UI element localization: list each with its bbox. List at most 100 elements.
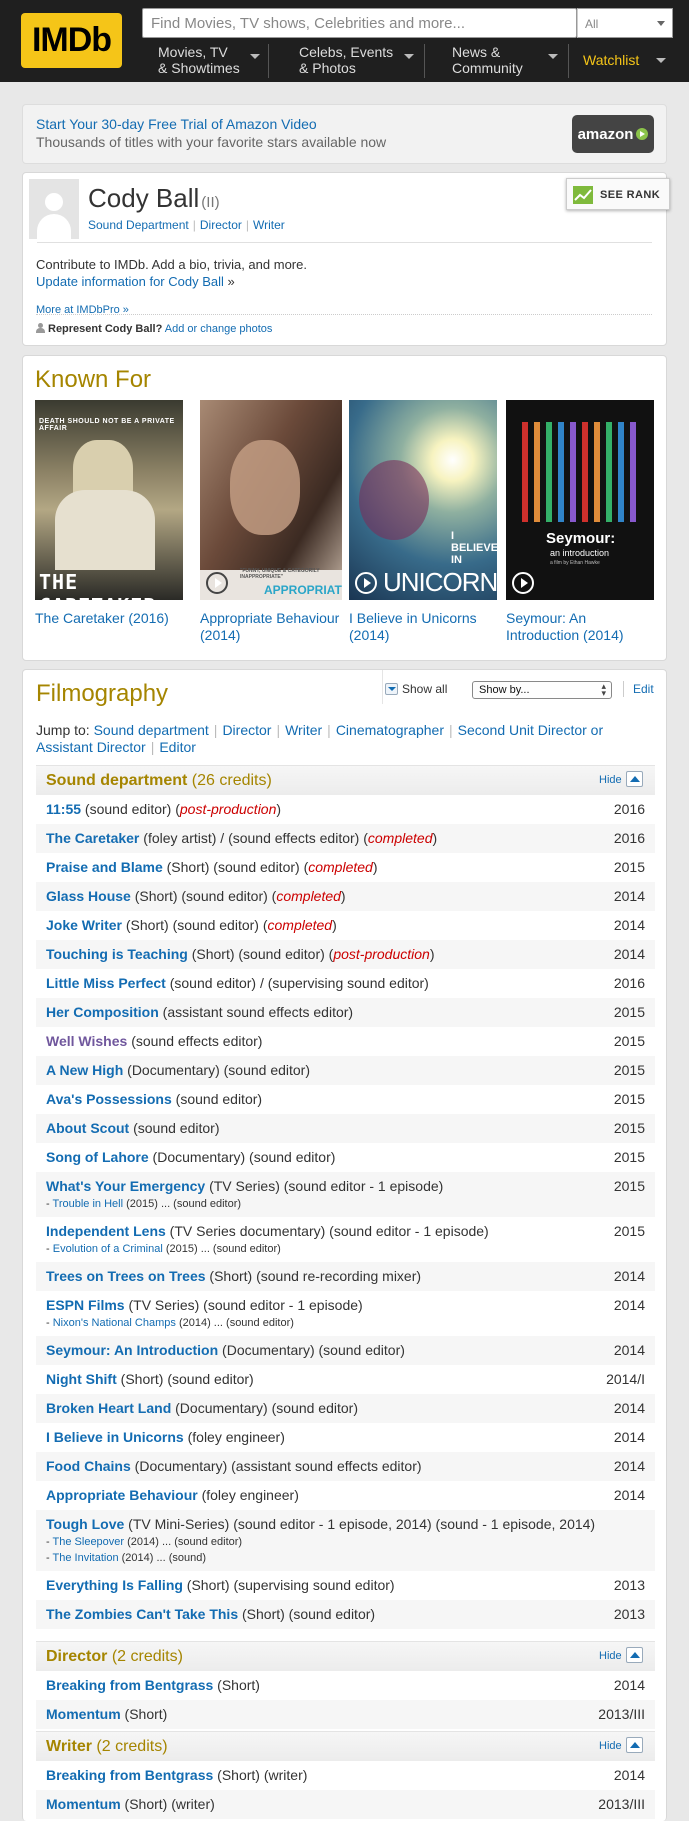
title-link[interactable]: Trees on Trees on Trees: [46, 1268, 206, 1284]
category-label[interactable]: Sound department (26 credits): [46, 772, 272, 790]
known-for-title-link[interactable]: I Believe in Unicorns (2014): [349, 610, 497, 644]
title-link[interactable]: I Believe in Unicorns: [46, 1429, 184, 1445]
credit-description: (Short) (writer): [120, 1796, 215, 1812]
hide-link[interactable]: Hide: [599, 1740, 622, 1752]
chevron-down-icon: [656, 58, 666, 63]
known-for-item[interactable]: I BELIEVE IN UNICORNS I Believe in Unico…: [349, 400, 497, 644]
title-link[interactable]: Little Miss Perfect: [46, 975, 166, 991]
title-link[interactable]: 11:55: [46, 801, 81, 817]
job-sound-department[interactable]: Sound Department: [88, 218, 189, 232]
play-trailer-icon[interactable]: [355, 572, 377, 594]
credit-line: The Zombies Can't Take This (Short) (sou…: [46, 1606, 375, 1622]
job-director[interactable]: Director: [200, 218, 242, 232]
category-label[interactable]: Director (2 credits): [46, 1648, 183, 1666]
filmography-row: Well Wishes (sound effects editor) 2015: [36, 1027, 655, 1056]
see-rank-button[interactable]: SEE RANK: [566, 178, 670, 210]
show-by-select[interactable]: Show by... ▴ ▾: [472, 681, 612, 699]
title-link[interactable]: The Caretaker: [46, 830, 139, 846]
edit-filmography-link[interactable]: Edit: [633, 682, 654, 696]
menu-watchlist[interactable]: Watchlist: [582, 44, 674, 78]
episode-line: - Nixon's National Champs (2014) ... (so…: [46, 1317, 294, 1329]
hide-link[interactable]: Hide: [599, 774, 622, 786]
category-name: Sound department: [46, 772, 188, 789]
title-link[interactable]: About Scout: [46, 1120, 129, 1136]
title-link[interactable]: Momentum: [46, 1706, 121, 1722]
known-for-item[interactable]: Seymour: an introduction a film by Ethan…: [506, 400, 654, 644]
collapse-up-icon[interactable]: [626, 771, 643, 787]
title-link[interactable]: Touching is Teaching: [46, 946, 188, 962]
episode-link[interactable]: Nixon's National Champs: [53, 1317, 176, 1329]
menu-news-community[interactable]: News & Community: [437, 44, 569, 78]
title-link[interactable]: Broken Heart Land: [46, 1400, 171, 1416]
title-link[interactable]: Breaking from Bentgrass: [46, 1767, 213, 1783]
poster-image[interactable]: "FUNNY, UNIQUE & CATEGORILY INAPPROPRIAT…: [200, 400, 342, 600]
avatar[interactable]: [29, 179, 79, 239]
credit-count: (26 credits): [191, 772, 272, 789]
title-link[interactable]: Seymour: An Introduction: [46, 1342, 218, 1358]
title-link[interactable]: Appropriate Behaviour: [46, 1487, 198, 1503]
jump-sound-department[interactable]: Sound department: [94, 722, 209, 738]
poster-image[interactable]: Seymour: an introduction a film by Ethan…: [506, 400, 654, 600]
title-link[interactable]: Everything Is Falling: [46, 1577, 183, 1593]
update-info-link[interactable]: Update information for Cody Ball: [36, 274, 224, 289]
menu-celebs-events[interactable]: Celebs, Events & Photos: [284, 44, 425, 78]
jump-writer[interactable]: Writer: [285, 722, 322, 738]
watchlist-label: Watchlist: [583, 52, 640, 68]
title-link[interactable]: The Zombies Can't Take This: [46, 1606, 238, 1622]
add-change-photos-link[interactable]: Add or change photos: [165, 323, 273, 335]
poster-title: Seymour:: [546, 530, 616, 547]
credit-year: 2014: [613, 946, 645, 962]
episode-link[interactable]: Trouble in Hell: [53, 1198, 124, 1210]
play-trailer-icon[interactable]: [512, 572, 534, 594]
search-input[interactable]: Find Movies, TV shows, Celebrities and m…: [142, 8, 577, 38]
credit-year: 2016: [613, 975, 645, 991]
title-link[interactable]: Tough Love: [46, 1516, 124, 1532]
title-link[interactable]: Independent Lens: [46, 1223, 166, 1239]
title-link[interactable]: ESPN Films: [46, 1297, 125, 1313]
title-link[interactable]: Breaking from Bentgrass: [46, 1677, 213, 1693]
episode-link[interactable]: Evolution of a Criminal: [53, 1243, 163, 1255]
amazon-video-promo[interactable]: Start Your 30-day Free Trial of Amazon V…: [22, 104, 667, 164]
credit-line: Independent Lens (TV Series documentary)…: [46, 1223, 489, 1239]
play-trailer-icon[interactable]: [206, 572, 228, 594]
title-link[interactable]: Ava's Possessions: [46, 1091, 172, 1107]
search-category-select[interactable]: All: [577, 8, 673, 38]
title-link[interactable]: Food Chains: [46, 1458, 131, 1474]
title-link[interactable]: Praise and Blame: [46, 859, 163, 875]
jump-editor[interactable]: Editor: [159, 739, 196, 755]
promo-title[interactable]: Start Your 30-day Free Trial of Amazon V…: [36, 116, 317, 132]
known-for-title-link[interactable]: Seymour: An Introduction (2014): [506, 610, 654, 644]
category-label[interactable]: Writer (2 credits): [46, 1738, 168, 1756]
collapse-up-icon[interactable]: [626, 1737, 643, 1753]
title-link[interactable]: Well Wishes: [46, 1033, 127, 1049]
amazon-video-button[interactable]: amazon: [572, 115, 654, 153]
title-link[interactable]: What's Your Emergency: [46, 1178, 205, 1194]
jump-cinematographer[interactable]: Cinematographer: [336, 722, 444, 738]
jump-director[interactable]: Director: [222, 722, 271, 738]
poster-image[interactable]: I BELIEVE IN UNICORNS: [349, 400, 497, 600]
title-link[interactable]: A New High: [46, 1062, 123, 1078]
credit-year: 2014: [613, 1342, 645, 1358]
known-for-title-link[interactable]: Appropriate Behaviour (2014): [200, 610, 342, 644]
title-link[interactable]: Joke Writer: [46, 917, 122, 933]
hide-link[interactable]: Hide: [599, 1650, 622, 1662]
imdb-logo[interactable]: IMDb: [21, 13, 122, 68]
title-link[interactable]: Song of Lahore: [46, 1149, 149, 1165]
episode-link[interactable]: The Sleepover: [53, 1536, 125, 1548]
job-writer[interactable]: Writer: [253, 218, 285, 232]
known-for-title-link[interactable]: The Caretaker (2016): [35, 610, 183, 627]
poster-image[interactable]: DEATH SHOULD NOT BE A PRIVATE AFFAIR THE…: [35, 400, 183, 600]
poster-tagline: "FUNNY, UNIQUE & CATEGORILY INAPPROPRIAT…: [240, 568, 320, 580]
title-link[interactable]: Night Shift: [46, 1371, 117, 1387]
known-for-item[interactable]: DEATH SHOULD NOT BE A PRIVATE AFFAIR THE…: [35, 400, 183, 627]
category-header: Sound department (26 credits) Hide: [36, 765, 655, 795]
title-link[interactable]: Her Composition: [46, 1004, 159, 1020]
known-for-item[interactable]: "FUNNY, UNIQUE & CATEGORILY INAPPROPRIAT…: [200, 400, 342, 644]
episode-link[interactable]: The Invitation: [53, 1552, 119, 1564]
show-all-toggle[interactable]: Show all: [385, 682, 447, 696]
person-silhouette-icon: [45, 193, 63, 211]
collapse-up-icon[interactable]: [626, 1647, 643, 1663]
title-link[interactable]: Glass House: [46, 888, 131, 904]
menu-movies-tv[interactable]: Movies, TV & Showtimes: [137, 44, 269, 78]
title-link[interactable]: Momentum: [46, 1796, 121, 1812]
